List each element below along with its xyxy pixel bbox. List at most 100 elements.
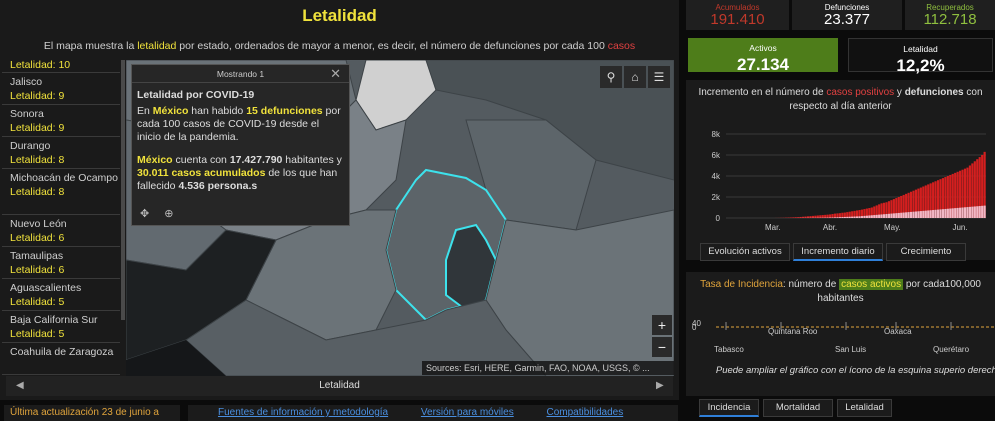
footer-links: Fuentes de información y metodología Ver… <box>188 405 678 421</box>
state-list-item[interactable]: Sonora Letalidad: 9 <box>2 105 120 137</box>
chart-bar <box>838 217 841 218</box>
chart-bar <box>971 206 974 218</box>
chart-bar <box>934 209 937 218</box>
state-list-item[interactable]: Letalidad: 10 <box>2 55 120 73</box>
x-tick-label: Abr. <box>823 223 837 232</box>
state-list-item[interactable]: Aguascalientes Letalidad: 5 <box>2 279 120 311</box>
chart-bar <box>789 217 792 218</box>
chart-bar <box>868 215 871 218</box>
zoom-in-button[interactable]: + <box>652 315 672 335</box>
chart-bar <box>973 206 976 218</box>
link-moviles[interactable]: Versión para móviles <box>421 407 514 418</box>
chart-bar <box>856 216 859 218</box>
list-button[interactable]: ☰ <box>648 66 670 88</box>
link-compat[interactable]: Compatibilidades <box>547 407 624 418</box>
chart-bar <box>843 216 846 218</box>
incidence-state: Querétaro <box>933 345 970 354</box>
chart-bar <box>966 207 969 218</box>
minus-icon: − <box>657 339 667 355</box>
chart-bar <box>927 210 930 218</box>
chart-bar <box>816 215 819 218</box>
tab-incidencia[interactable]: Incidencia <box>699 399 759 417</box>
state-list[interactable]: Letalidad: 10 Jalisco Letalidad: 9 Sonora… <box>2 55 120 378</box>
tab-letalidad[interactable]: Letalidad <box>837 399 892 417</box>
chart-bar <box>885 214 888 218</box>
tab-crecimiento[interactable]: Crecimiento <box>886 243 966 261</box>
chart-bar <box>917 211 920 218</box>
chart-bar <box>961 207 964 218</box>
home-icon: ⌂ <box>631 70 639 84</box>
x-tick-label: Jun. <box>952 223 967 232</box>
chart-bar <box>914 211 918 218</box>
chart-bar <box>858 216 861 218</box>
map-attribution: Sources: Esri, HERE, Garmin, FAO, NOAA, … <box>422 361 674 375</box>
tab-mortalidad[interactable]: Mortalidad <box>763 399 833 417</box>
state-list-item[interactable]: Durango Letalidad: 8 <box>2 137 120 169</box>
incidence-state: Tabasco <box>714 345 744 354</box>
popup-paragraph-2: México cuenta con 17.427.790 habitantes … <box>137 154 342 192</box>
y-tick-label: 0 <box>716 214 721 223</box>
letalidad-panel: Letalidad El mapa muestra la letalidad p… <box>0 0 679 400</box>
chart-bar <box>824 214 827 218</box>
chart-bar <box>811 215 815 218</box>
list-bottom-bar: ◀ Letalidad ▶ <box>6 376 673 396</box>
chart-bar <box>944 208 947 218</box>
chart-bar <box>799 216 802 218</box>
chart-bar <box>870 215 873 218</box>
zoom-out-button[interactable]: − <box>652 337 672 357</box>
chart-bar <box>890 213 893 218</box>
state-list-item[interactable]: Nuevo León Letalidad: 6 <box>2 215 120 247</box>
incidence-note: Puede ampliar el gráfico con el ícono de… <box>715 365 995 376</box>
chart-bar <box>919 211 922 218</box>
chart-bar <box>887 213 891 218</box>
y-tick-label: 4k <box>712 172 721 181</box>
chart-bar <box>959 207 962 218</box>
state-list-item[interactable]: Baja California Sur Letalidad: 5 <box>2 311 120 343</box>
state-list-item[interactable]: Jalisco Letalidad: 9 <box>2 73 120 105</box>
state-list-item[interactable]: Tamaulipas Letalidad: 6 <box>2 247 120 279</box>
list-scrollbar[interactable] <box>121 60 125 320</box>
chevron-right-icon[interactable]: ▶ <box>656 376 664 396</box>
zoom-to-icon[interactable]: ⊕ <box>164 208 173 220</box>
chart-bar <box>875 214 878 218</box>
chart-bar <box>954 208 957 218</box>
chart-bar <box>905 212 908 218</box>
chart-bar <box>949 208 952 218</box>
chart-bar <box>821 215 824 218</box>
incidence-title: Tasa de Incidencia: número de casos acti… <box>700 279 981 304</box>
chart-bar <box>946 208 949 218</box>
panel-description: El mapa muestra la letalidad por estado,… <box>43 40 636 52</box>
chart-bar <box>831 217 834 218</box>
chart-bar <box>963 207 967 218</box>
chart-bar <box>860 216 864 218</box>
link-fuentes[interactable]: Fuentes de información y metodología <box>218 407 388 418</box>
state-list-item[interactable]: Michoacán de Ocampo Letalidad: 8 <box>2 169 120 215</box>
chart-bar <box>956 207 959 218</box>
chart-bar <box>909 211 913 218</box>
chart-bar <box>880 214 883 218</box>
tab-incremento[interactable]: Incremento diario <box>793 243 883 261</box>
plus-icon: + <box>657 317 667 333</box>
chart-bar <box>833 217 837 218</box>
search-icon: ⚲ <box>606 70 616 84</box>
kpi-recuperados: Recuperados 112.718 <box>905 0 995 30</box>
chart-bar <box>941 209 945 218</box>
home-button[interactable]: ⌂ <box>624 66 646 88</box>
search-button[interactable]: ⚲ <box>600 66 622 88</box>
chart-bar <box>900 212 903 218</box>
chart-bar <box>797 217 800 218</box>
state-list-item[interactable]: Coahuila de Zaragoza <box>2 343 120 375</box>
chart-tabs: Evolución activos Incremento diario Crec… <box>686 243 995 263</box>
kpi-defunciones: Defunciones 23.377 <box>792 0 902 30</box>
chart-bar <box>978 206 981 218</box>
pan-icon[interactable]: ✥ <box>140 208 149 220</box>
chart-bar <box>863 215 866 218</box>
chart-bar <box>912 211 915 218</box>
popup-footer: ✥ ⊕ <box>140 207 174 220</box>
chart-bar <box>829 214 832 218</box>
chart-bar <box>924 210 927 218</box>
chart-bar <box>922 210 925 218</box>
chart-bar <box>841 217 844 218</box>
tab-evolucion[interactable]: Evolución activos <box>700 243 790 261</box>
close-icon[interactable]: ✕ <box>330 65 341 83</box>
